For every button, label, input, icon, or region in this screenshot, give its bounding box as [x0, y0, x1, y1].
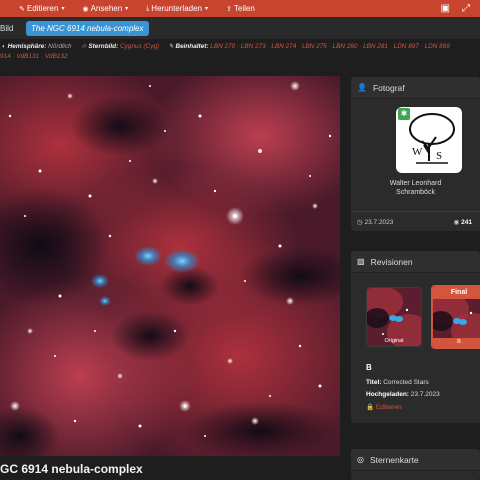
revision-title-line: Titel: Corrected Stars — [366, 379, 429, 386]
menu-teilen[interactable]: ⇪ Teilen — [217, 0, 264, 17]
avatar-letter-w: W — [412, 146, 423, 158]
download-icon: ⤓ — [146, 4, 150, 12]
contains-label: Beinhaltet: — [175, 43, 209, 50]
menu-ansehen[interactable]: ◉ Ansehen ▾ — [73, 0, 137, 17]
revision-label: B — [433, 338, 480, 347]
revision-original-thumb[interactable]: Original — [366, 287, 422, 347]
card-header: 👤 Fotograf — [351, 77, 480, 99]
card-title: Fotograf — [372, 82, 405, 93]
revision-uploaded-line: Hochgeladen: 23.7.2023 — [366, 391, 440, 398]
starmap-card: ◎ Sternenkarte — [351, 449, 480, 480]
menu-label: Editieren — [26, 4, 59, 13]
topbar-right-icons: ▣ ⤢ — [441, 0, 480, 17]
view-count: ◉ 241 — [454, 218, 480, 226]
globe-icon: ◐ — [2, 43, 6, 50]
bild-label[interactable]: Bild — [0, 24, 18, 33]
photographer-card: 👤 Fotograf W S ✱ Walter Leonhard Schramb… — [351, 77, 480, 231]
constellation-link[interactable]: Cygnus (Cyg) — [120, 43, 159, 50]
card-title: Sternenkarte — [369, 454, 419, 465]
photographer-name[interactable]: Walter Leonhard Schramböck — [351, 179, 480, 197]
image-icon: ▧ — [357, 257, 365, 266]
object-link[interactable]: LBN 280 — [333, 43, 358, 50]
object-link[interactable]: VdB132 — [45, 53, 68, 60]
card-header: ◎ Sternenkarte — [351, 449, 480, 471]
lock-icon: 🔒 — [366, 404, 375, 411]
pencil-icon: ✎ — [19, 5, 25, 13]
photographer-footer: ◷ 23.7.2023 ◉ 241 — [351, 211, 480, 231]
revision-title-label: Titel: — [366, 379, 382, 386]
object-link[interactable]: LBN 281 — [363, 43, 388, 50]
object-link[interactable]: LDN 899 — [425, 43, 450, 50]
menu-herunterladen[interactable]: ⤓ Herunterladen ▾ — [137, 0, 217, 17]
menu-label: Ansehen — [90, 4, 123, 13]
page: ✎ Editieren ▾ ◉ Ansehen ▾ ⤓ Herunterlade… — [0, 0, 480, 480]
image-title-pill[interactable]: The NGC 6914 nebula-complex — [26, 20, 149, 36]
image-metadata: ◐ Hemisphäre: Nördlich · ☆ Sternbild: Cy… — [0, 42, 480, 66]
revision-edit-link[interactable]: 🔒 Editieren — [366, 403, 402, 411]
image-nav-bar: Bild The NGC 6914 nebula-complex — [0, 17, 480, 39]
fullscreen-icon[interactable]: ⤢ — [462, 3, 470, 14]
star-icon: ☆ — [80, 43, 87, 50]
revision-title-value: Corrected Stars — [383, 379, 429, 386]
avatar-letter-s: S — [436, 150, 442, 162]
card-title: Revisionen — [370, 256, 413, 267]
object-link[interactable]: LDN 897 — [394, 43, 419, 50]
top-menu-bar: ✎ Editieren ▾ ◉ Ansehen ▾ ⤓ Herunterlade… — [0, 0, 480, 17]
hemisphere-value: Nördlich — [48, 43, 72, 50]
hemisphere-label: Hemisphäre: — [7, 43, 47, 50]
object-link[interactable]: 914 — [0, 53, 11, 60]
separator: · — [73, 43, 80, 50]
revision-label: Original — [384, 338, 404, 344]
eye-icon: ◉ — [82, 5, 89, 13]
image-title: GC 6914 nebula-complex — [0, 462, 143, 476]
object-list: 914 · VdB131 · VdB132 — [0, 53, 68, 60]
metadata-row: ◐ Hemisphäre: Nördlich · ☆ Sternbild: Cy… — [2, 42, 450, 52]
object-list: LBN 270 · LBN 273 · LBN 274 · LBN 275 · … — [210, 43, 450, 50]
edit-label: Editieren — [375, 404, 402, 411]
upload-date-value: 23.7.2023 — [364, 218, 394, 226]
revision-final-thumb[interactable]: Final B — [431, 285, 480, 349]
main-astro-image[interactable] — [0, 76, 340, 456]
clock-icon: ◷ — [357, 218, 363, 226]
telescope-icon: ◎ — [357, 455, 364, 464]
revision-uploaded-value: 23.7.2023 — [410, 391, 440, 398]
constellation-label: Sternbild: — [88, 43, 119, 50]
menu-label: Herunterladen — [151, 4, 202, 13]
share-icon: ⇪ — [226, 5, 232, 13]
card-header: ▧ Revisionen — [351, 251, 480, 273]
object-link[interactable]: LBN 274 — [271, 43, 296, 50]
caret-down-icon: ▾ — [61, 6, 65, 12]
revision-letter: B — [366, 363, 372, 372]
caret-down-icon: ▾ — [125, 6, 129, 12]
bookmark-icon[interactable]: ▣ — [441, 3, 450, 14]
photographer-name-line2: Schramböck — [396, 189, 435, 196]
final-badge: Final — [433, 287, 480, 299]
object-link[interactable]: LBN 275 — [302, 43, 327, 50]
metadata-row-2: 914 · VdB131 · VdB132 — [0, 52, 68, 62]
view-count-value: 241 — [461, 218, 472, 226]
menu-label: Teilen — [233, 4, 255, 13]
verified-badge-icon: ✱ — [398, 108, 410, 120]
object-link[interactable]: LBN 273 — [241, 43, 266, 50]
photographer-name-line1: Walter Leonhard — [389, 180, 442, 187]
caret-down-icon: ▾ — [205, 6, 209, 12]
upload-date: ◷ 23.7.2023 — [351, 218, 454, 226]
revisions-card: ▧ Revisionen Original Final B B Titel: C… — [351, 251, 480, 423]
user-icon: 👤 — [357, 83, 367, 92]
revision-uploaded-label: Hochgeladen: — [366, 391, 409, 398]
tag-icon: ✎ — [168, 43, 174, 50]
nebula-image — [0, 76, 340, 456]
separator: · — [160, 43, 167, 50]
eye-icon: ◉ — [453, 218, 460, 226]
menu-editieren[interactable]: ✎ Editieren ▾ — [10, 0, 73, 17]
object-link[interactable]: LBN 270 — [210, 43, 235, 50]
object-link[interactable]: VdB131 — [16, 53, 39, 60]
